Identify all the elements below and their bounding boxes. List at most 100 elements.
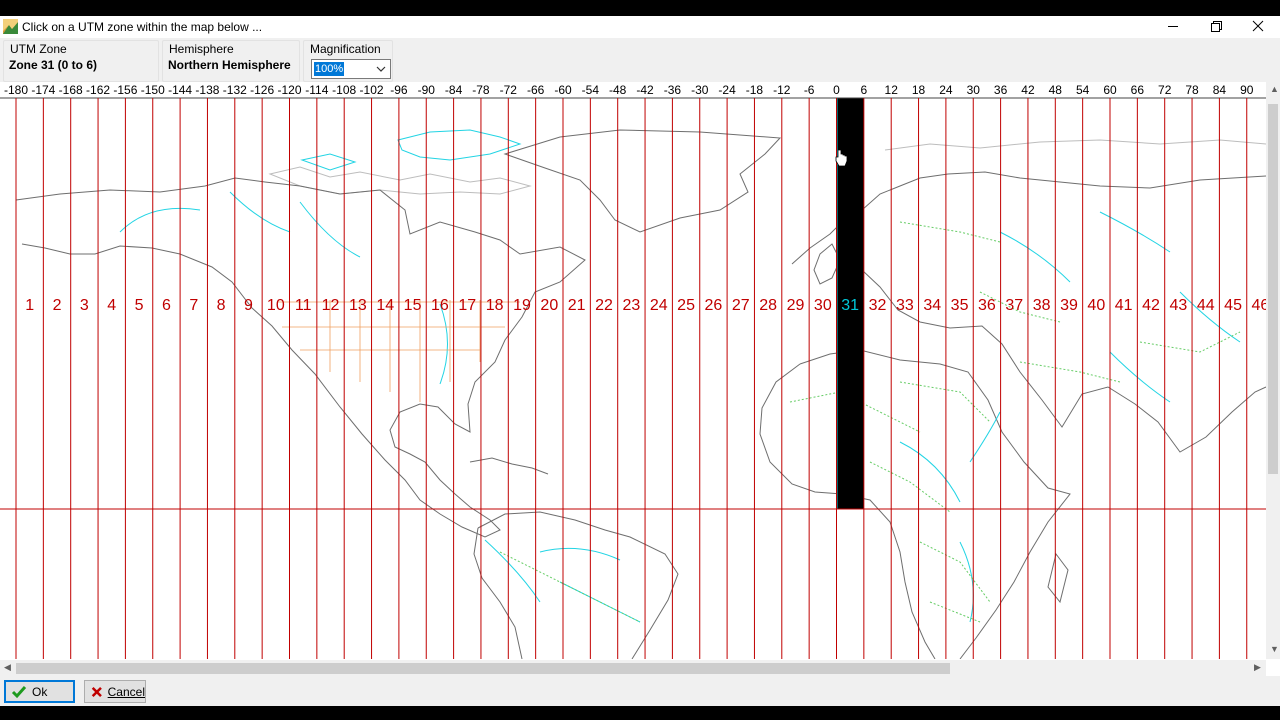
zone-label[interactable]: 1 <box>25 297 34 314</box>
hemisphere-value: Northern Hemisphere <box>168 58 291 72</box>
longitude-tick-label: 84 <box>1213 83 1227 97</box>
horizontal-scroll-thumb[interactable] <box>16 663 950 674</box>
zone-label[interactable]: 28 <box>759 297 777 314</box>
hemisphere-label: Hemisphere <box>169 42 234 56</box>
magnification-select[interactable]: 100% <box>311 59 391 79</box>
longitude-tick-label: 90 <box>1240 83 1254 97</box>
zone-label[interactable]: 42 <box>1142 297 1160 314</box>
zone-label[interactable]: 43 <box>1169 297 1187 314</box>
zone-label[interactable]: 2 <box>53 297 62 314</box>
zone-label[interactable]: 35 <box>951 297 969 314</box>
longitude-tick-label: -180 <box>4 83 28 97</box>
zone-label[interactable]: 3 <box>80 297 89 314</box>
zone-label[interactable]: 20 <box>540 297 558 314</box>
zone-label[interactable]: 9 <box>244 297 253 314</box>
scroll-left-icon[interactable]: ◀ <box>4 662 11 673</box>
zone-label[interactable]: 36 <box>978 297 996 314</box>
longitude-tick-label: -108 <box>332 83 356 97</box>
zone-label[interactable]: 33 <box>896 297 914 314</box>
zone-label[interactable]: 24 <box>650 297 668 314</box>
longitude-tick-label: -36 <box>664 83 682 97</box>
arctic-islands-grey <box>268 139 1267 195</box>
longitude-tick-label: -96 <box>390 83 408 97</box>
zone-label[interactable]: 23 <box>622 297 640 314</box>
longitude-tick-label: -144 <box>168 83 192 97</box>
longitude-ticks: -180 -174 -168 -162 -156 -150 -144 -138 -132 -126… <box>4 83 1254 97</box>
zone-label[interactable]: 19 <box>513 297 531 314</box>
zone-label[interactable]: 40 <box>1087 297 1105 314</box>
zone-label[interactable]: 26 <box>705 297 723 314</box>
zone-label[interactable]: 15 <box>404 297 422 314</box>
ok-label: Ok <box>32 684 48 699</box>
zone-label[interactable]: 29 <box>787 297 805 314</box>
title-bar: Click on a UTM zone within the map below… <box>0 16 1280 38</box>
longitude-tick-label: -84 <box>445 83 463 97</box>
country-borders <box>499 221 1241 623</box>
longitude-tick-label: 6 <box>861 83 868 97</box>
longitude-tick-label: 42 <box>1021 83 1035 97</box>
vertical-scroll-thumb[interactable] <box>1268 104 1278 474</box>
horizontal-scrollbar[interactable]: ◀ ▶ <box>0 660 1266 676</box>
zone-label[interactable]: 38 <box>1033 297 1051 314</box>
ok-button[interactable]: Ok <box>4 680 75 703</box>
zone-label[interactable]: 45 <box>1224 297 1242 314</box>
longitude-tick-label: -48 <box>609 83 627 97</box>
scroll-right-icon[interactable]: ▶ <box>1254 662 1261 673</box>
minimize-button[interactable] <box>1152 16 1192 38</box>
longitude-tick-label: 48 <box>1049 83 1063 97</box>
longitude-tick-label: -72 <box>500 83 518 97</box>
longitude-tick-label: -6 <box>804 83 815 97</box>
zone-label[interactable]: 37 <box>1005 297 1023 314</box>
longitude-tick-label: -90 <box>418 83 436 97</box>
scroll-up-icon[interactable]: ▲ <box>1270 84 1279 94</box>
zone-label[interactable]: 5 <box>135 297 144 314</box>
zone-labels: 1 2 3 4 5 6 7 8 9 10 11 12 13 14 15 16 17 18 19 20 21 22 23 24 2… <box>25 297 1268 314</box>
scroll-down-icon[interactable]: ▼ <box>1270 644 1279 654</box>
zone-label[interactable]: 27 <box>732 297 750 314</box>
zone-label[interactable]: 7 <box>189 297 198 314</box>
zone-label[interactable]: 25 <box>677 297 695 314</box>
longitude-tick-label: -150 <box>141 83 165 97</box>
button-bar: Ok Cancel <box>0 676 1280 706</box>
world-map[interactable]: -180 -174 -168 -162 -156 -150 -144 -138 -132 -126… <box>0 82 1268 659</box>
app-map-icon <box>3 19 18 34</box>
longitude-tick-label: -114 <box>305 83 328 97</box>
zone-label[interactable]: 10 <box>267 297 285 314</box>
zone-label[interactable]: 12 <box>322 297 340 314</box>
zone-label[interactable]: 21 <box>568 297 586 314</box>
zone-label[interactable]: 44 <box>1197 297 1215 314</box>
zone-label[interactable]: 14 <box>376 297 394 314</box>
utm-zone-group: UTM Zone Zone 31 (0 to 6) <box>3 40 159 82</box>
zone-label[interactable]: 41 <box>1115 297 1133 314</box>
longitude-tick-label: -42 <box>636 83 654 97</box>
longitude-tick-label: 54 <box>1076 83 1090 97</box>
zone-label[interactable]: 34 <box>923 297 941 314</box>
zone-label[interactable]: 30 <box>814 297 832 314</box>
zone-label[interactable]: 6 <box>162 297 171 314</box>
utm-zone-value: Zone 31 (0 to 6) <box>9 58 98 72</box>
longitude-tick-label: -156 <box>113 83 137 97</box>
zone-label[interactable]: 22 <box>595 297 613 314</box>
restore-icon <box>1211 21 1222 32</box>
cancel-x-icon <box>91 686 102 697</box>
zone-label[interactable]: 4 <box>107 297 116 314</box>
restore-button[interactable] <box>1195 16 1235 38</box>
vertical-scrollbar[interactable]: ▲ ▼ <box>1266 82 1280 659</box>
north-america-coastline <box>15 177 586 538</box>
zone-label[interactable]: 18 <box>486 297 504 314</box>
utm-zone-map[interactable]: -180 -174 -168 -162 -156 -150 -144 -138 -132 -126… <box>0 82 1268 659</box>
close-button[interactable] <box>1238 16 1278 38</box>
zone-label[interactable]: 13 <box>349 297 367 314</box>
longitude-tick-label: 78 <box>1185 83 1199 97</box>
zone-label[interactable]: 11 <box>295 297 312 314</box>
cancel-button[interactable]: Cancel <box>84 680 146 703</box>
longitude-tick-label: -174 <box>31 83 55 97</box>
zone-label[interactable]: 8 <box>217 297 226 314</box>
zone-label[interactable]: 39 <box>1060 297 1078 314</box>
zone-label[interactable]: 17 <box>458 297 476 314</box>
longitude-tick-label: -54 <box>582 83 600 97</box>
zone-label[interactable]: 32 <box>869 297 887 314</box>
zone-label[interactable]: 16 <box>431 297 449 314</box>
longitude-tick-label: 24 <box>939 83 953 97</box>
selected-zone-label[interactable]: 31 <box>841 297 859 314</box>
